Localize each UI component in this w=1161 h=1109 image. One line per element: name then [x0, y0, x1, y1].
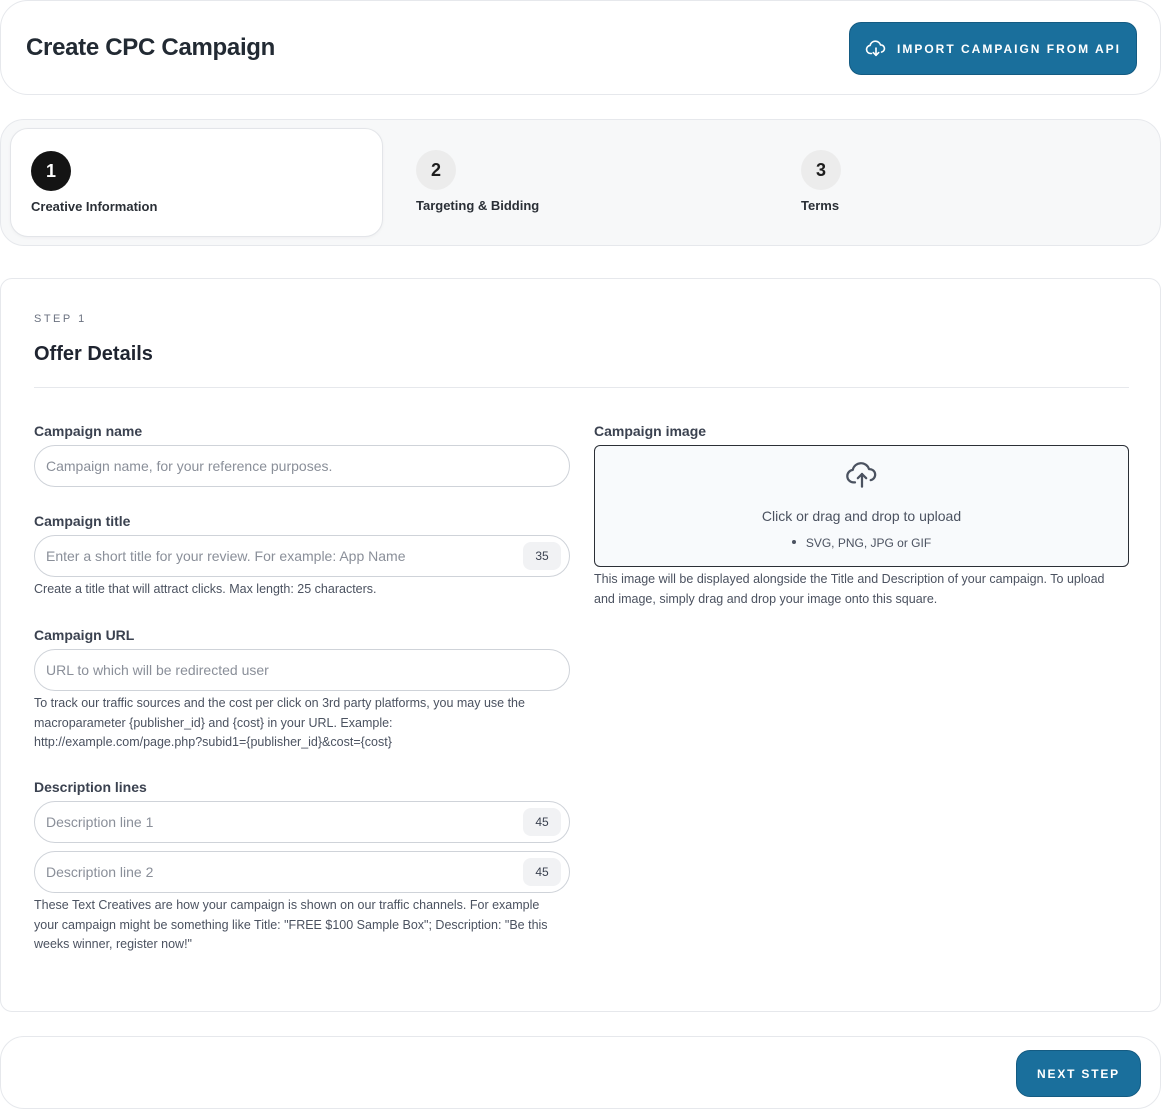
- section-title: Offer Details: [34, 343, 153, 365]
- campaign-url-help-line: http://example.com/page.php?subid1={publ…: [34, 735, 392, 749]
- page-title: Create CPC Campaign: [26, 34, 276, 61]
- description-lines-help: These Text Creatives are how your campai…: [34, 896, 574, 955]
- campaign-url-help-line: To track our traffic sources and the cos…: [34, 696, 525, 710]
- description-help-line: These Text Creatives are how your campai…: [34, 898, 540, 912]
- campaign-url-placeholder: URL to which will be redirected user: [46, 662, 269, 678]
- campaign-title-placeholder: Enter a short title for your review. For…: [46, 548, 406, 564]
- campaign-url-label: Campaign URL: [34, 627, 135, 643]
- step-label: Targeting & Bidding: [416, 198, 540, 213]
- divider: [34, 387, 1129, 388]
- upload-file-types: SVG, PNG, JPG or GIF: [595, 536, 1128, 550]
- campaign-url-input[interactable]: URL to which will be redirected user: [34, 649, 570, 691]
- campaign-title-counter: 35: [523, 542, 561, 570]
- description-line-2-counter: 45: [523, 858, 561, 886]
- step-label: Terms: [801, 198, 840, 213]
- page-header: Create CPC Campaign IMPORT CAMPAIGN FROM…: [0, 0, 1161, 95]
- step-creative-information[interactable]: 1 Creative Information: [10, 128, 383, 237]
- step-terms[interactable]: 3 Terms: [781, 128, 1151, 237]
- description-line-2-input[interactable]: Description line 2 45: [34, 851, 570, 893]
- campaign-image-dropzone[interactable]: Click or drag and drop to upload SVG, PN…: [594, 445, 1129, 567]
- bullet: [791, 539, 796, 544]
- step-label: Creative Information: [31, 199, 158, 214]
- description-help-line: your campaign might be something like Ti…: [34, 917, 548, 932]
- campaign-url-help-line: macroparameter {publisher_id} and {cost}…: [34, 715, 393, 730]
- next-step-button[interactable]: NEXT STEP: [1016, 1050, 1141, 1097]
- step-number: 2: [416, 150, 456, 190]
- description-line-1-counter: 45: [523, 808, 561, 836]
- cloud-download-icon: [865, 39, 887, 58]
- cloud-upload-icon: [845, 460, 879, 493]
- campaign-image-help: This image will be displayed alongside t…: [594, 570, 1139, 609]
- import-campaign-label: IMPORT CAMPAIGN FROM API: [897, 41, 1121, 56]
- wizard-stepper: 1 Creative Information 2 Targeting & Bid…: [0, 119, 1161, 246]
- campaign-name-input[interactable]: Campaign name, for your reference purpos…: [34, 445, 570, 487]
- campaign-image-help-line: This image will be displayed alongside t…: [594, 572, 1105, 586]
- campaign-title-label: Campaign title: [34, 513, 131, 529]
- step-targeting-bidding[interactable]: 2 Targeting & Bidding: [396, 128, 766, 237]
- form-footer: NEXT STEP: [0, 1036, 1161, 1109]
- import-campaign-button[interactable]: IMPORT CAMPAIGN FROM API: [849, 22, 1137, 75]
- description-lines-label: Description lines: [34, 779, 147, 795]
- offer-details-form: STEP 1 Offer Details Campaign name Campa…: [0, 278, 1161, 1012]
- campaign-name-label: Campaign name: [34, 423, 143, 439]
- campaign-title-help: Create a title that will attract clicks.…: [34, 582, 377, 596]
- campaign-image-label: Campaign image: [594, 423, 707, 439]
- campaign-name-placeholder: Campaign name, for your reference purpos…: [46, 458, 333, 474]
- step-number: 1: [31, 151, 71, 191]
- description-line-2-placeholder: Description line 2: [46, 864, 154, 880]
- description-help-line: weeks winner, register now!": [34, 937, 192, 951]
- file-types-text: SVG, PNG, JPG or GIF: [805, 536, 932, 550]
- description-line-1-input[interactable]: Description line 1 45: [34, 801, 570, 843]
- step-number: 3: [801, 150, 841, 190]
- campaign-url-help: To track our traffic sources and the cos…: [34, 694, 574, 753]
- upload-instruction: Click or drag and drop to upload: [761, 508, 962, 524]
- campaign-image-help-line: and image, simply drag and drop your ima…: [594, 591, 938, 606]
- step-kicker: STEP 1: [34, 313, 87, 325]
- description-line-1-placeholder: Description line 1: [46, 814, 154, 830]
- campaign-title-input[interactable]: Enter a short title for your review. For…: [34, 535, 570, 577]
